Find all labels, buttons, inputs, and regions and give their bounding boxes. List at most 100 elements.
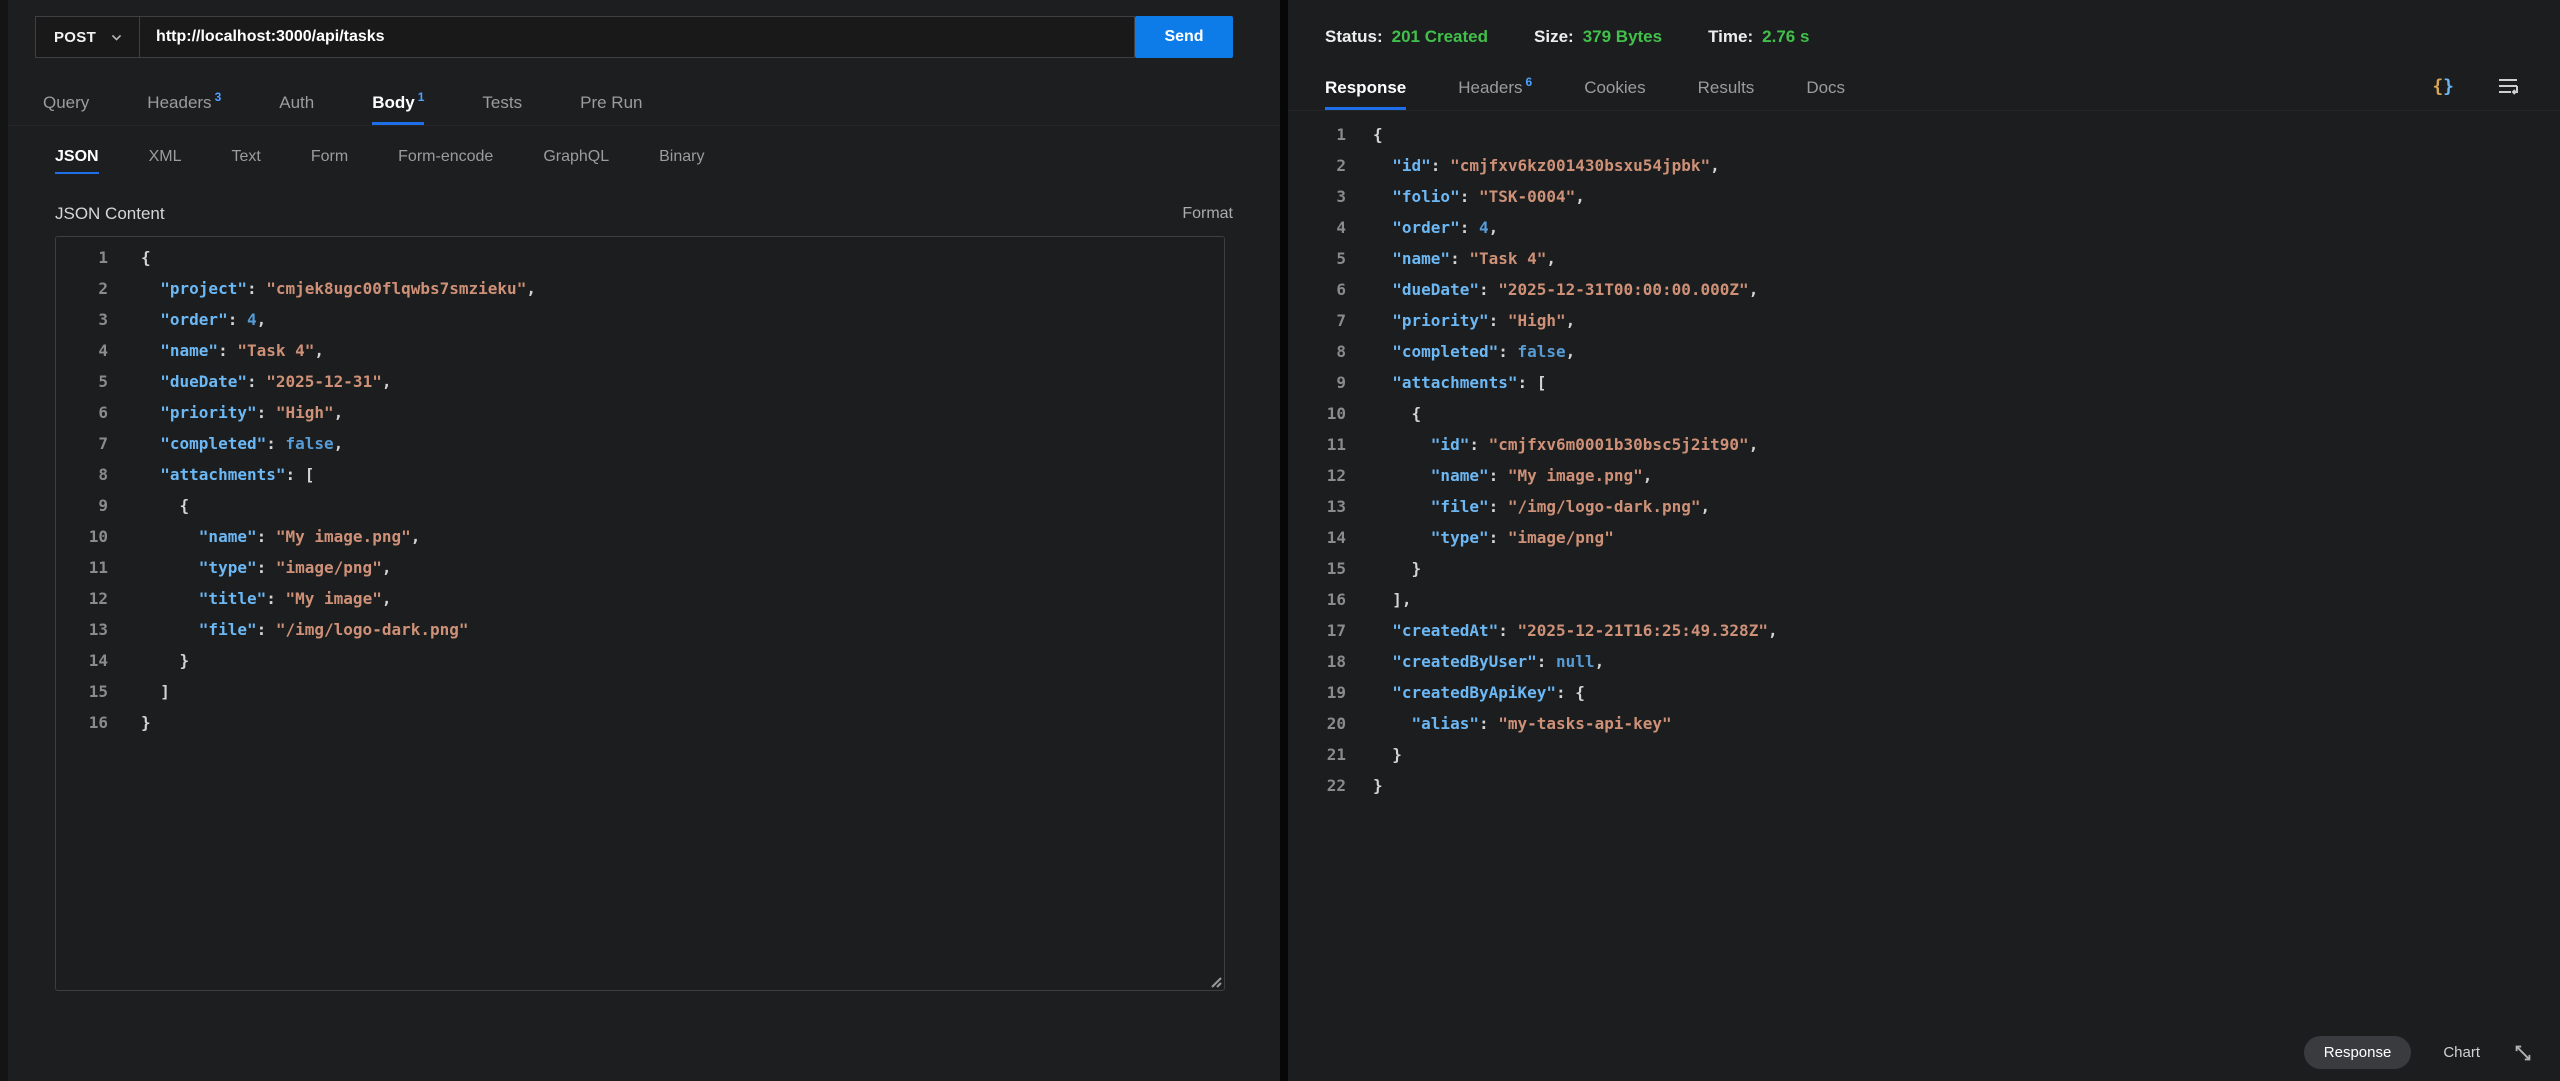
line-number: 14 — [56, 645, 108, 676]
response-size: Size: 379 Bytes — [1534, 27, 1662, 47]
send-button[interactable]: Send — [1135, 16, 1233, 58]
panel-divider[interactable] — [1280, 0, 1288, 1081]
request-panel: POST http://localhost:3000/api/tasks Sen… — [8, 0, 1280, 1081]
size-value: 379 Bytes — [1583, 27, 1662, 47]
tab-body[interactable]: Body1 — [372, 93, 424, 125]
response-tabs: Response Headers6 Cookies Results Docs {… — [1288, 67, 2560, 111]
body-type-json[interactable]: JSON — [55, 148, 99, 174]
code-line: 1{ — [1288, 119, 2560, 150]
resize-grip-icon[interactable] — [1206, 972, 1222, 988]
code-line: 9 "attachments": [ — [1288, 367, 2560, 398]
line-number: 2 — [56, 273, 108, 304]
code-line: 5 "name": "Task 4", — [1288, 243, 2560, 274]
line-number: 20 — [1288, 708, 1346, 739]
code-line: 18 "createdByUser": null, — [1288, 646, 2560, 677]
code-line: 21 } — [1288, 739, 2560, 770]
code-line: 13 "file": "/img/logo-dark.png" — [56, 614, 1224, 645]
request-url-row: POST http://localhost:3000/api/tasks Sen… — [35, 16, 1233, 58]
tab-response[interactable]: Response — [1325, 78, 1406, 110]
tab-tests[interactable]: Tests — [482, 93, 522, 125]
line-number: 17 — [1288, 615, 1346, 646]
line-number: 21 — [1288, 739, 1346, 770]
chevron-down-icon — [110, 31, 123, 44]
response-headers-count-badge: 6 — [1526, 75, 1533, 89]
line-number: 3 — [56, 304, 108, 335]
url-input[interactable]: http://localhost:3000/api/tasks — [140, 17, 1134, 57]
body-type-form[interactable]: Form — [311, 148, 348, 174]
code-line: 14 } — [56, 645, 1224, 676]
line-number: 13 — [1288, 491, 1346, 522]
line-number: 5 — [1288, 243, 1346, 274]
line-number: 10 — [56, 521, 108, 552]
code-line: 6 "priority": "High", — [56, 397, 1224, 428]
body-type-tabs: JSON XML Text Form Form-encode GraphQL B… — [8, 148, 1280, 174]
tab-cookies[interactable]: Cookies — [1584, 78, 1645, 110]
line-number: 10 — [1288, 398, 1346, 429]
line-number: 18 — [1288, 646, 1346, 677]
code-line: 16} — [56, 707, 1224, 738]
line-number: 11 — [56, 552, 108, 583]
tab-headers[interactable]: Headers3 — [147, 93, 221, 125]
code-line: 11 "type": "image/png", — [56, 552, 1224, 583]
line-number: 7 — [1288, 305, 1346, 336]
response-panel: Status: 201 Created Size: 379 Bytes Time… — [1288, 0, 2560, 1081]
line-number: 9 — [56, 490, 108, 521]
line-number: 4 — [1288, 212, 1346, 243]
response-body-viewer[interactable]: 1{2 "id": "cmjfxv6kz001430bsxu54jpbk",3 … — [1288, 111, 2560, 801]
code-line: 4 "name": "Task 4", — [56, 335, 1224, 366]
prettify-json-icon[interactable]: {} — [2432, 76, 2454, 97]
tab-query[interactable]: Query — [43, 93, 89, 125]
tab-results[interactable]: Results — [1698, 78, 1755, 110]
code-line: 10 { — [1288, 398, 2560, 429]
word-wrap-icon[interactable] — [2496, 74, 2520, 98]
code-line: 10 "name": "My image.png", — [56, 521, 1224, 552]
tab-response-headers[interactable]: Headers6 — [1458, 78, 1532, 110]
format-button[interactable]: Format — [1182, 205, 1233, 223]
editor-title: JSON Content — [55, 204, 165, 224]
chart-view-button[interactable]: Chart — [2437, 1036, 2486, 1069]
code-line: 5 "dueDate": "2025-12-31", — [56, 366, 1224, 397]
line-number: 14 — [1288, 522, 1346, 553]
tab-auth[interactable]: Auth — [279, 93, 314, 125]
code-line: 6 "dueDate": "2025-12-31T00:00:00.000Z", — [1288, 274, 2560, 305]
line-number: 15 — [1288, 553, 1346, 584]
code-line: 9 { — [56, 490, 1224, 521]
line-number: 9 — [1288, 367, 1346, 398]
line-number: 6 — [1288, 274, 1346, 305]
code-line: 20 "alias": "my-tasks-api-key" — [1288, 708, 2560, 739]
code-line: 3 "order": 4, — [56, 304, 1224, 335]
code-line: 13 "file": "/img/logo-dark.png", — [1288, 491, 2560, 522]
line-number: 15 — [56, 676, 108, 707]
body-type-graphql[interactable]: GraphQL — [543, 148, 609, 174]
code-line: 3 "folio": "TSK-0004", — [1288, 181, 2560, 212]
request-tabs: Query Headers3 Auth Body1 Tests Pre Run — [8, 82, 1280, 126]
code-line: 19 "createdByApiKey": { — [1288, 677, 2560, 708]
body-type-text[interactable]: Text — [231, 148, 260, 174]
body-count-badge: 1 — [418, 90, 425, 104]
line-number: 2 — [1288, 150, 1346, 181]
code-line: 7 "completed": false, — [56, 428, 1224, 459]
tab-pre-run[interactable]: Pre Run — [580, 93, 642, 125]
expand-icon[interactable] — [2512, 1042, 2534, 1064]
json-body-editor[interactable]: 1{2 "project": "cmjek8ugc00flqwbs7smziek… — [55, 236, 1225, 991]
line-number: 19 — [1288, 677, 1346, 708]
body-type-form-encode[interactable]: Form-encode — [398, 148, 493, 174]
body-type-binary[interactable]: Binary — [659, 148, 704, 174]
line-number: 13 — [56, 614, 108, 645]
response-view-switcher: Response Chart — [2304, 1036, 2534, 1069]
code-line: 14 "type": "image/png" — [1288, 522, 2560, 553]
code-line: 17 "createdAt": "2025-12-21T16:25:49.328… — [1288, 615, 2560, 646]
tab-docs[interactable]: Docs — [1806, 78, 1845, 110]
line-number: 1 — [1288, 119, 1346, 150]
request-body-code: 1{2 "project": "cmjek8ugc00flqwbs7smziek… — [56, 242, 1224, 738]
code-line: 22} — [1288, 770, 2560, 801]
method-select[interactable]: POST — [36, 17, 140, 57]
response-view-button[interactable]: Response — [2304, 1036, 2412, 1069]
body-type-xml[interactable]: XML — [149, 148, 182, 174]
code-line: 12 "name": "My image.png", — [1288, 460, 2560, 491]
status-value: 201 Created — [1392, 27, 1488, 47]
code-line: 2 "id": "cmjfxv6kz001430bsxu54jpbk", — [1288, 150, 2560, 181]
code-line: 16 ], — [1288, 584, 2560, 615]
code-line: 1{ — [56, 242, 1224, 273]
line-number: 4 — [56, 335, 108, 366]
